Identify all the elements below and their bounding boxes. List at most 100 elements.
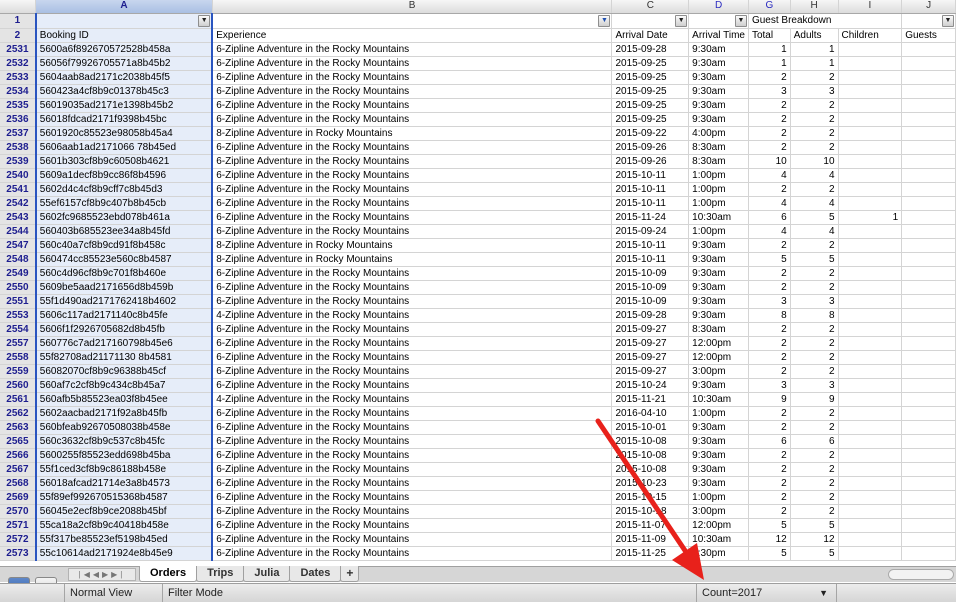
cell-arrival-date[interactable]: 2015-10-08	[611, 448, 690, 463]
cell-booking-id[interactable]: 560af7c2cf8b9c434c8b45a7	[34, 378, 214, 393]
cell-experience[interactable]: 6-Zipline Adventure in the Rocky Mountai…	[212, 490, 613, 505]
cell-total[interactable]: 2	[748, 504, 791, 519]
cell-booking-id[interactable]: 560c4d96cf8b9c701f8b460e	[34, 266, 214, 281]
cell-booking-id[interactable]: 5602aacbad2171f92a8b45fb	[34, 406, 214, 421]
cell-children[interactable]	[838, 182, 903, 197]
cell-experience[interactable]: 6-Zipline Adventure in the Rocky Mountai…	[212, 84, 613, 99]
cell-children[interactable]	[838, 350, 903, 365]
cell-arrival-date[interactable]: 2015-11-25	[611, 546, 690, 561]
cell-arrival-time[interactable]: 9:30am	[688, 308, 749, 323]
guest-breakdown-group-label[interactable]: Guest Breakdown	[748, 13, 903, 29]
filter-dropdown-button[interactable]: ▼	[198, 14, 211, 27]
cell-booking-id[interactable]: 560423a4cf8b9c01378b45c3	[34, 84, 214, 99]
cell-children[interactable]	[838, 406, 903, 421]
cell-adults[interactable]: 2	[790, 350, 839, 365]
cell-children[interactable]	[838, 294, 903, 309]
cell-booking-id[interactable]: 560bfeab92670508038b458e	[34, 420, 214, 435]
row-number[interactable]: 2550	[0, 280, 37, 295]
cell-experience[interactable]: 6-Zipline Adventure in the Rocky Mountai…	[212, 224, 613, 239]
cell-adults[interactable]: 2	[790, 140, 839, 155]
cell-arrival-time[interactable]: 12:00pm	[688, 336, 749, 351]
cell-booking-id[interactable]: 5604aab8ad2171c2038b45f5	[34, 70, 214, 85]
cell[interactable]: ▼	[212, 13, 613, 29]
cell-adults[interactable]: 3	[790, 378, 839, 393]
cell-booking-id[interactable]: 5606c117ad2171140c8b45fe	[34, 308, 214, 323]
cell-adults[interactable]: 4	[790, 196, 839, 211]
cell-adults[interactable]: 2	[790, 364, 839, 379]
cell-arrival-time[interactable]: 9:30am	[688, 56, 749, 71]
cell-arrival-date[interactable]: 2015-09-27	[611, 350, 690, 365]
tab-julia[interactable]: Julia	[243, 566, 291, 582]
cell-total[interactable]: 3	[748, 378, 791, 393]
cell-guests[interactable]	[901, 252, 956, 267]
cell-guests[interactable]	[901, 406, 956, 421]
cell-guests[interactable]	[901, 308, 956, 323]
column-header-g[interactable]: G	[748, 0, 791, 14]
cell-total[interactable]: 5	[748, 252, 791, 267]
cell-total[interactable]: 2	[748, 364, 791, 379]
cell-adults[interactable]: 1	[790, 42, 839, 57]
column-header-a[interactable]: A	[35, 0, 213, 14]
cell-children[interactable]	[838, 112, 903, 127]
row-number[interactable]: 2554	[0, 322, 37, 337]
cell-experience[interactable]: 6-Zipline Adventure in the Rocky Mountai…	[212, 98, 613, 113]
cell-total[interactable]: 2	[748, 238, 791, 253]
cell-adults[interactable]: 5	[790, 518, 839, 533]
cell-arrival-time[interactable]: 12:00pm	[688, 518, 749, 533]
tab-orders[interactable]: Orders	[139, 566, 198, 582]
row-number[interactable]: 2533	[0, 70, 37, 85]
cell-arrival-date[interactable]: 2015-11-07	[611, 518, 690, 533]
cell-children[interactable]	[838, 476, 903, 491]
cell-total[interactable]: 1	[748, 42, 791, 57]
cell-arrival-time[interactable]: 9:30am	[688, 476, 749, 491]
cell-total[interactable]: 2	[748, 336, 791, 351]
cell-arrival-time[interactable]: 9:30am	[688, 112, 749, 127]
cell-arrival-time[interactable]: 10:30am	[688, 392, 749, 407]
row-number[interactable]: 1	[0, 13, 37, 29]
cell-total[interactable]: 4	[748, 224, 791, 239]
cell-guests[interactable]	[901, 490, 956, 505]
cell-booking-id[interactable]: 55f82708ad21171130 8b4581	[34, 350, 214, 365]
cell-experience[interactable]: 6-Zipline Adventure in the Rocky Mountai…	[212, 182, 613, 197]
cell-experience[interactable]: 6-Zipline Adventure in the Rocky Mountai…	[212, 518, 613, 533]
cell-experience[interactable]: 6-Zipline Adventure in the Rocky Mountai…	[212, 406, 613, 421]
row-number[interactable]: 2538	[0, 140, 37, 155]
cell-arrival-time[interactable]: 1:00pm	[688, 490, 749, 505]
horizontal-scrollbar[interactable]	[888, 569, 954, 580]
row-number[interactable]: 2531	[0, 42, 37, 57]
cell-experience[interactable]: 6-Zipline Adventure in the Rocky Mountai…	[212, 70, 613, 85]
cell-total[interactable]: 2	[748, 462, 791, 477]
cell-children[interactable]	[838, 308, 903, 323]
row-number[interactable]: 2557	[0, 336, 37, 351]
cell-arrival-date[interactable]: 2015-09-27	[611, 336, 690, 351]
cell-booking-id[interactable]: 55f1ced3cf8b9c86188b458e	[34, 462, 214, 477]
cell-children[interactable]	[838, 140, 903, 155]
cell-arrival-time[interactable]: 9:30am	[688, 70, 749, 85]
cell-adults[interactable]: 8	[790, 308, 839, 323]
cell-arrival-time[interactable]: 9:30am	[688, 266, 749, 281]
cell-arrival-date[interactable]: 2015-10-15	[611, 490, 690, 505]
cell-booking-id[interactable]: 5600a6f892670572528b458a	[34, 42, 214, 57]
cell-guests[interactable]	[901, 56, 956, 71]
cell-children[interactable]	[838, 504, 903, 519]
cell-adults[interactable]: 2	[790, 266, 839, 281]
cell-guests[interactable]	[901, 182, 956, 197]
cell-experience[interactable]: 6-Zipline Adventure in the Rocky Mountai…	[212, 434, 613, 449]
column-header-c[interactable]: C	[611, 0, 690, 14]
sheet-nav-arrows[interactable]: |◀◀▶▶|	[68, 568, 136, 581]
cell-arrival-date[interactable]: 2015-09-28	[611, 42, 690, 57]
cell-adults[interactable]: 5	[790, 252, 839, 267]
row-number[interactable]: 2	[0, 28, 37, 43]
cell-arrival-date[interactable]: 2015-10-11	[611, 196, 690, 211]
cell-guests[interactable]	[901, 224, 956, 239]
header-arrival-time[interactable]: Arrival Time	[688, 28, 749, 43]
row-number[interactable]: 2562	[0, 406, 37, 421]
cell-booking-id[interactable]: 55f1d490ad2171762418b4602	[34, 294, 214, 309]
cell-children[interactable]	[838, 70, 903, 85]
cell-adults[interactable]: 2	[790, 70, 839, 85]
cell-experience[interactable]: 6-Zipline Adventure in the Rocky Mountai…	[212, 294, 613, 309]
cell-total[interactable]: 6	[748, 210, 791, 225]
cell-guests[interactable]	[901, 518, 956, 533]
cell-children[interactable]	[838, 168, 903, 183]
cell-arrival-time[interactable]: 9:30am	[688, 98, 749, 113]
